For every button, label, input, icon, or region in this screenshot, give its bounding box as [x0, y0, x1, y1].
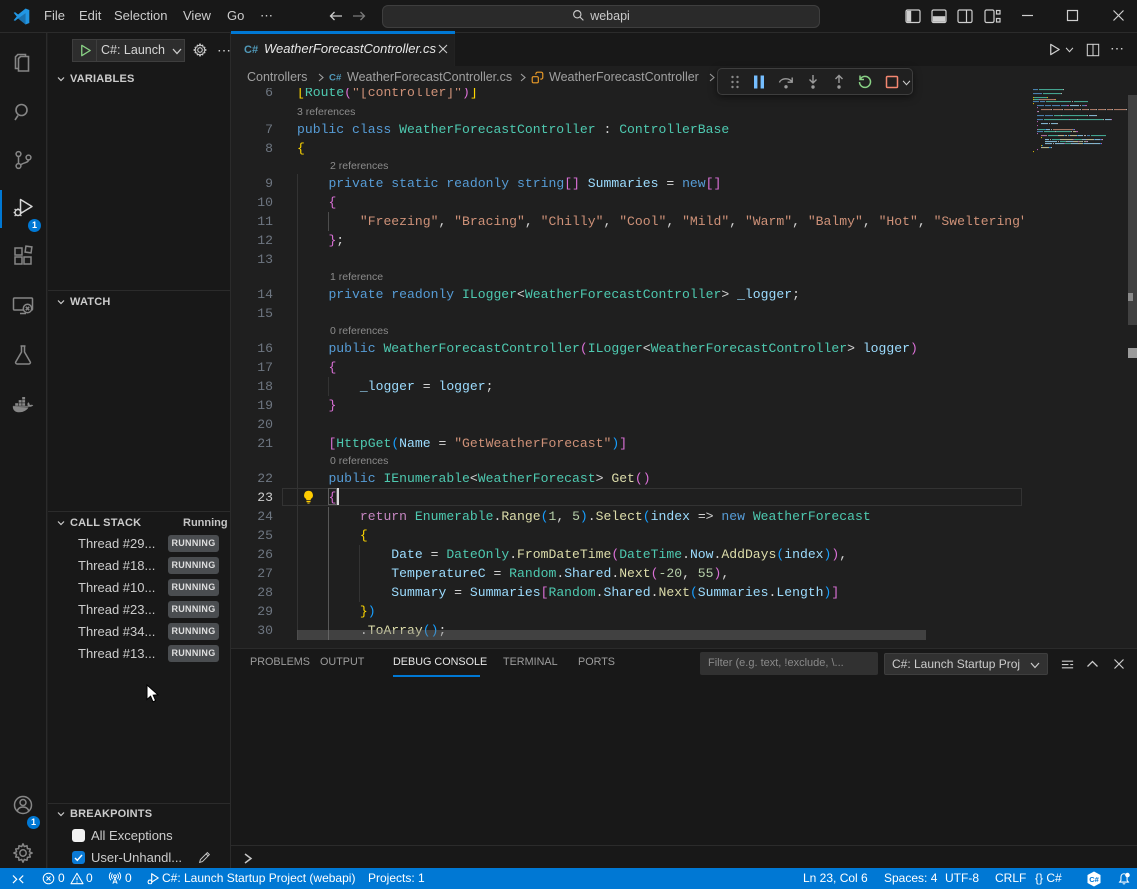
svg-text:C#: C# [329, 73, 342, 84]
svg-text:C#: C# [244, 44, 258, 56]
svg-text:C#: C# [1089, 875, 1099, 884]
